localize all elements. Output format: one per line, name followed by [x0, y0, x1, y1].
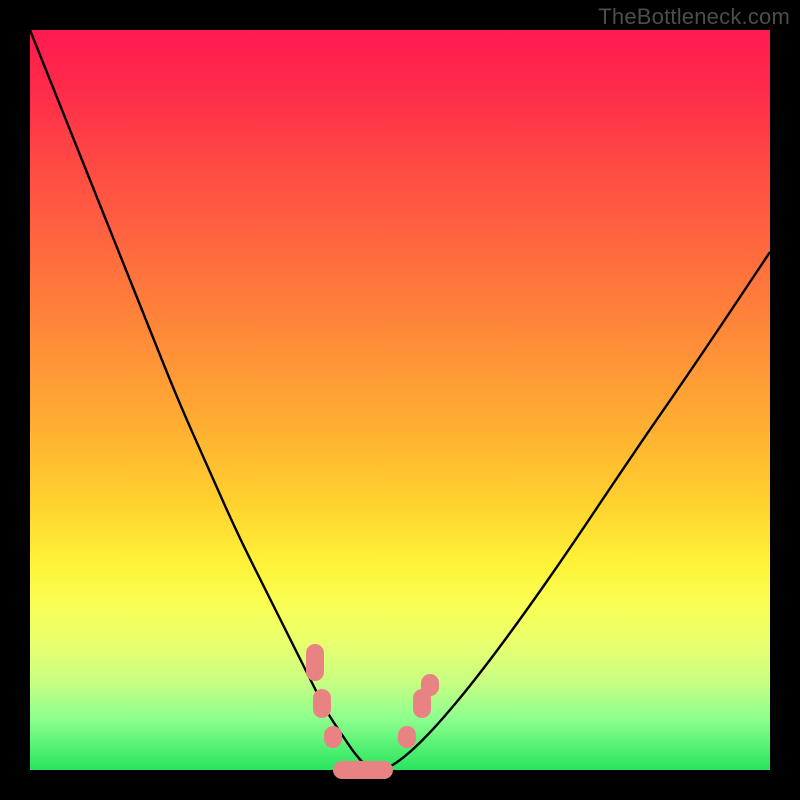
trough-marker [333, 761, 392, 779]
trough-marker [313, 689, 331, 719]
trough-marker [306, 644, 324, 681]
chart-frame: TheBottleneck.com [0, 0, 800, 800]
plot-area [30, 30, 770, 770]
trough-marker [398, 726, 416, 748]
watermark-text: TheBottleneck.com [598, 4, 790, 30]
trough-marker [421, 674, 439, 696]
trough-marker [324, 726, 342, 748]
